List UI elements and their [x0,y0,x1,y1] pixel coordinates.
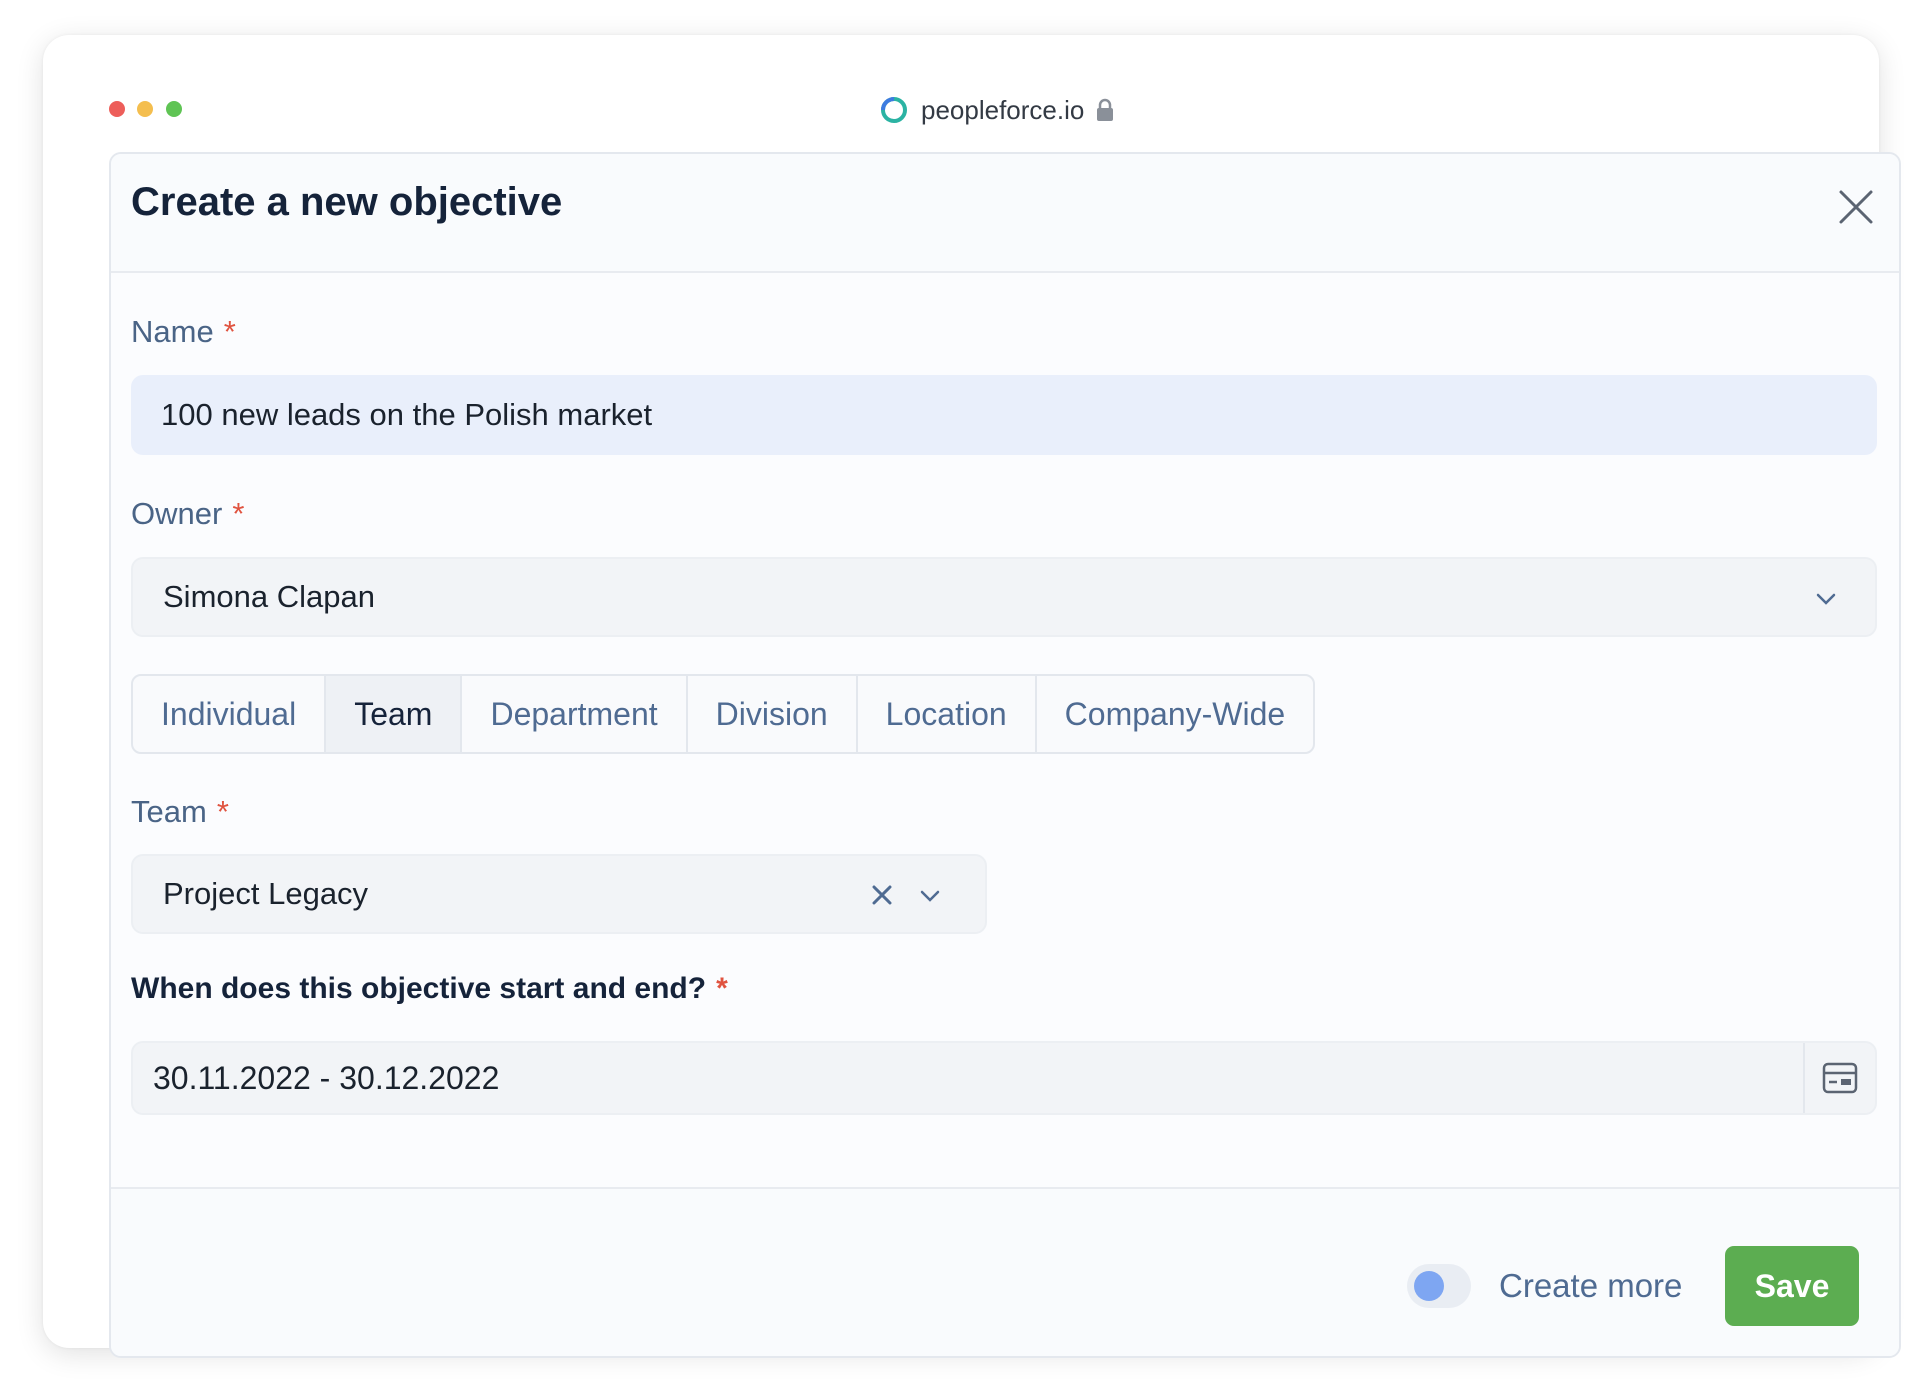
tab-location[interactable]: Location [858,676,1037,752]
clear-x-icon[interactable] [869,882,895,908]
tab-division[interactable]: Division [688,676,858,752]
team-label: Team * [131,794,229,829]
maximize-window-dot[interactable] [166,101,182,117]
owner-label: Owner * [131,496,245,531]
team-value: Project Legacy [163,876,369,911]
calendar-icon [1822,1062,1858,1094]
close-button[interactable] [1833,184,1879,230]
url-text: peopleforce.io [921,94,1085,125]
tab-team[interactable]: Team [326,676,463,752]
create-more-label[interactable]: Create more [1499,1267,1682,1305]
modal-footer: Create more Save [111,1187,1899,1356]
name-value: 100 new leads on the Polish market [161,397,653,432]
tab-individual[interactable]: Individual [133,676,327,752]
peopleforce-logo-icon [881,97,907,123]
required-mark: * [223,314,236,349]
owner-value: Simona Clapan [163,579,375,614]
chevron-down-icon [1816,593,1836,605]
modal-title: Create a new objective [131,180,563,224]
required-mark: * [716,972,728,1005]
close-icon [1839,190,1873,224]
required-mark: * [232,496,245,531]
name-label: Name * [131,314,236,349]
team-select[interactable]: Project Legacy [131,854,987,934]
tab-company-wide[interactable]: Company-Wide [1037,676,1314,752]
lock-icon [1097,98,1114,121]
scope-tabs: Individual Team Department Division Loca… [131,674,1316,754]
create-objective-modal: Create a new objective Name * 100 new lea… [109,152,1901,1358]
chevron-down-icon [920,890,940,902]
date-range-input[interactable]: 30.11.2022 - 30.12.2022 [131,1041,1877,1115]
toggle-knob [1414,1271,1444,1301]
close-window-dot[interactable] [109,101,125,117]
browser-window: peopleforce.io Create a new objective Na… [43,35,1901,1358]
save-button[interactable]: Save [1725,1246,1859,1326]
date-range-label: When does this objective start and end? * [131,972,728,1005]
calendar-button[interactable] [1803,1043,1875,1113]
owner-select[interactable]: Simona Clapan [131,557,1877,637]
address-bar[interactable]: peopleforce.io [879,91,1114,129]
modal-header: Create a new objective [111,154,1899,273]
date-range-value: 30.11.2022 - 30.12.2022 [153,1059,500,1096]
minimize-window-dot[interactable] [137,101,153,117]
required-mark: * [216,794,229,829]
name-input[interactable]: 100 new leads on the Polish market [131,375,1877,455]
create-more-toggle[interactable] [1407,1264,1471,1308]
tab-department[interactable]: Department [462,676,688,752]
